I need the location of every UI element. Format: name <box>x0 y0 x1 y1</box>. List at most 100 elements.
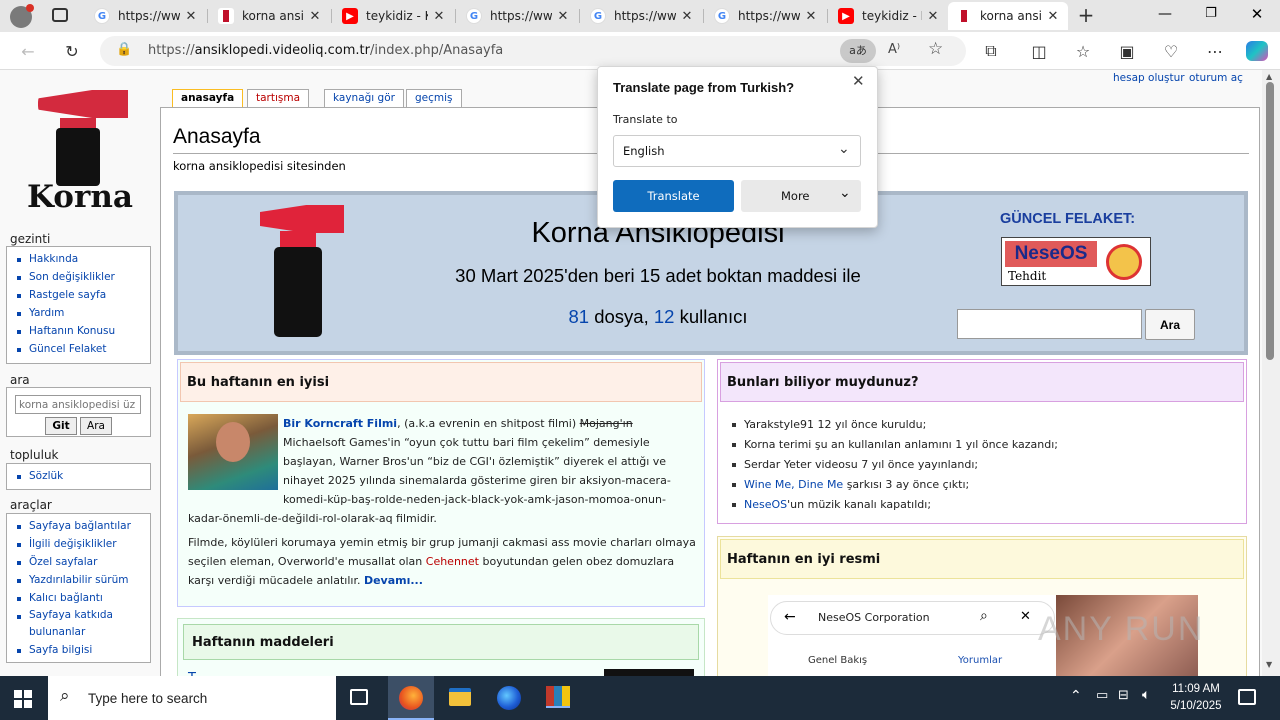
translate-icon[interactable]: aあ <box>840 39 876 63</box>
nav-link[interactable]: Yardım <box>15 304 150 322</box>
tab[interactable]: Ghttps://ww ✕ <box>458 2 578 30</box>
show-hidden-icons[interactable]: ⌃ <box>1070 688 1082 704</box>
nav-link[interactable]: Hakkında <box>15 250 150 268</box>
read-aloud-icon[interactable]: A⁾ <box>888 42 900 57</box>
taskbar-search-box[interactable]: ⌕ Type here to search <box>48 676 336 720</box>
app-icon[interactable] <box>546 686 570 708</box>
tools-heading: araçlar <box>10 498 52 512</box>
close-tab-icon[interactable]: ✕ <box>680 9 694 24</box>
users-count[interactable]: 12 <box>654 306 675 327</box>
tool-link[interactable]: Sayfaya katkıda bulunanlar <box>15 607 150 641</box>
film-link[interactable]: Bir Korncraft Filmi <box>283 417 397 430</box>
tab[interactable]: Ghttps://ww ✕ <box>86 2 206 30</box>
files-count[interactable]: 81 <box>569 306 590 327</box>
close-tab-icon[interactable]: ✕ <box>432 9 446 24</box>
tool-link[interactable]: Sayfa bilgisi <box>15 641 150 659</box>
back-icon[interactable]: ← <box>12 35 44 67</box>
scrollbar-thumb[interactable] <box>1266 82 1274 360</box>
address-bar[interactable]: 🔒 https://ansiklopedi.videoliq.com.tr/in… <box>100 36 966 66</box>
read-more-link[interactable]: Devamı... <box>364 574 423 587</box>
tool-link[interactable]: Özel sayfalar <box>15 553 150 571</box>
notification-icon[interactable] <box>1238 689 1256 705</box>
tab-history[interactable]: geçmiş <box>406 89 462 107</box>
clock-date[interactable]: 5/10/2025 <box>1164 700 1228 712</box>
page-title: Anasayfa <box>173 125 261 148</box>
tool-link[interactable]: Sayfaya bağlantılar <box>15 517 150 535</box>
login-link[interactable]: oturum aç <box>1189 72 1243 84</box>
close-popup-icon[interactable]: ✕ <box>852 72 865 90</box>
create-account-link[interactable]: hesap oluştur <box>1113 72 1185 84</box>
youtube-icon: ▶ <box>838 8 854 24</box>
close-tab-icon[interactable]: ✕ <box>804 9 818 24</box>
network-icon[interactable]: ⊟ <box>1118 688 1129 703</box>
tool-link[interactable]: Yazdırılabilir sürüm <box>15 571 150 589</box>
nav-link[interactable]: Son değişiklikler <box>15 268 150 286</box>
tab-talk[interactable]: tartışma <box>247 89 310 107</box>
did-you-know-list: Yarakstyle91 12 yıl önce kuruldu; Korna … <box>730 415 1230 515</box>
refresh-icon[interactable]: ↻ <box>56 35 88 67</box>
tab[interactable]: ▶ teykidiz - K ✕ <box>830 2 948 30</box>
profile-icon[interactable] <box>10 4 34 28</box>
favorite-star-icon[interactable]: ☆ <box>928 39 943 59</box>
search-button[interactable]: Ara <box>80 417 112 435</box>
sidebar-search-input[interactable] <box>15 395 141 414</box>
file-explorer-icon[interactable] <box>449 688 471 706</box>
close-tab-icon[interactable]: ✕ <box>184 9 198 24</box>
browser-essentials-icon[interactable]: ♡ <box>1155 35 1187 67</box>
neseos-link[interactable]: NeseOS <box>744 498 787 511</box>
tab-active[interactable]: korna ansik ✕ <box>948 2 1068 30</box>
nav-link[interactable]: Güncel Felaket <box>15 340 150 358</box>
windows-start-icon[interactable] <box>14 690 32 708</box>
fact-item: Yarakstyle91 12 yıl önce kuruldu; <box>730 415 1230 435</box>
tab-view-source[interactable]: kaynağı gör <box>324 89 404 107</box>
close-tab-icon[interactable]: ✕ <box>926 9 940 24</box>
google-icon: G <box>94 8 110 24</box>
lock-icon[interactable]: 🔒 <box>116 42 132 57</box>
extensions-icon[interactable]: ⧉ <box>975 35 1007 67</box>
restore-button[interactable]: ❐ <box>1196 6 1226 26</box>
more-button[interactable]: More ⌄ <box>741 180 861 212</box>
tab[interactable]: Ghttps://ww ✕ <box>582 2 702 30</box>
tool-link[interactable]: Kalıcı bağlantı <box>15 589 150 607</box>
close-tab-icon[interactable]: ✕ <box>1046 9 1060 24</box>
collections-icon[interactable]: ▣ <box>1111 35 1143 67</box>
disaster-image[interactable]: NeseOS Tehdit <box>1001 237 1151 286</box>
tab-page[interactable]: anasayfa <box>172 89 244 108</box>
minimize-button[interactable]: — <box>1150 6 1180 26</box>
page-subtitle: korna ansiklopedisi sitesinden <box>173 159 346 173</box>
more-menu-icon[interactable]: ⋯ <box>1199 35 1231 67</box>
task-view-icon[interactable] <box>350 689 368 705</box>
nav-portlet: Hakkında Son değişiklikler Rastgele sayf… <box>6 246 151 364</box>
banner-search-input[interactable] <box>957 309 1142 339</box>
clock-time[interactable]: 11:09 AM <box>1168 683 1224 695</box>
close-tab-icon[interactable]: ✕ <box>556 9 570 24</box>
edge-taskbar-button[interactable] <box>388 676 434 720</box>
volume-icon[interactable]: 🔈︎ <box>1142 687 1150 703</box>
nav-link[interactable]: Haftanın Konusu <box>15 322 150 340</box>
tab[interactable]: Ghttps://ww ✕ <box>706 2 826 30</box>
device-icon[interactable]: ▭ <box>1096 688 1108 703</box>
browser-toolbar: ← ↻ 🔒 https://ansiklopedi.videoliq.com.t… <box>0 32 1280 70</box>
song-link[interactable]: Wine Me, Dine Me <box>744 478 843 491</box>
tab[interactable]: ▶ teykidiz - K ✕ <box>334 2 454 30</box>
community-link[interactable]: Sözlük <box>15 467 150 485</box>
go-button[interactable]: Git <box>45 417 77 435</box>
close-tab-icon[interactable]: ✕ <box>308 9 322 24</box>
favorites-icon[interactable]: ☆ <box>1067 35 1099 67</box>
split-screen-icon[interactable]: ◫ <box>1023 35 1055 67</box>
translate-button[interactable]: Translate <box>613 180 734 212</box>
tool-link[interactable]: İlgili değişiklikler <box>15 535 150 553</box>
cehennet-link[interactable]: Cehennet <box>426 555 479 568</box>
new-tab-button[interactable]: + <box>1074 4 1098 28</box>
best-of-week-box: Bu haftanın en iyisi Bir Korncraft Filmi… <box>177 359 705 607</box>
language-select[interactable]: English ⌄ <box>613 135 861 167</box>
banner-search-button[interactable]: Ara <box>1145 309 1195 340</box>
tab-actions-icon[interactable] <box>52 8 68 22</box>
site-logo[interactable]: Korna <box>20 84 140 215</box>
close-window-button[interactable]: ✕ <box>1242 5 1272 25</box>
nav-link[interactable]: Rastgele sayfa <box>15 286 150 304</box>
copilot-icon[interactable] <box>1246 41 1268 61</box>
best-text: Bir Korncraft Filmi, (a.k.a evrenin en s… <box>188 417 696 587</box>
tab[interactable]: korna ansik ✕ <box>210 2 330 30</box>
firefox-icon[interactable] <box>497 686 521 710</box>
